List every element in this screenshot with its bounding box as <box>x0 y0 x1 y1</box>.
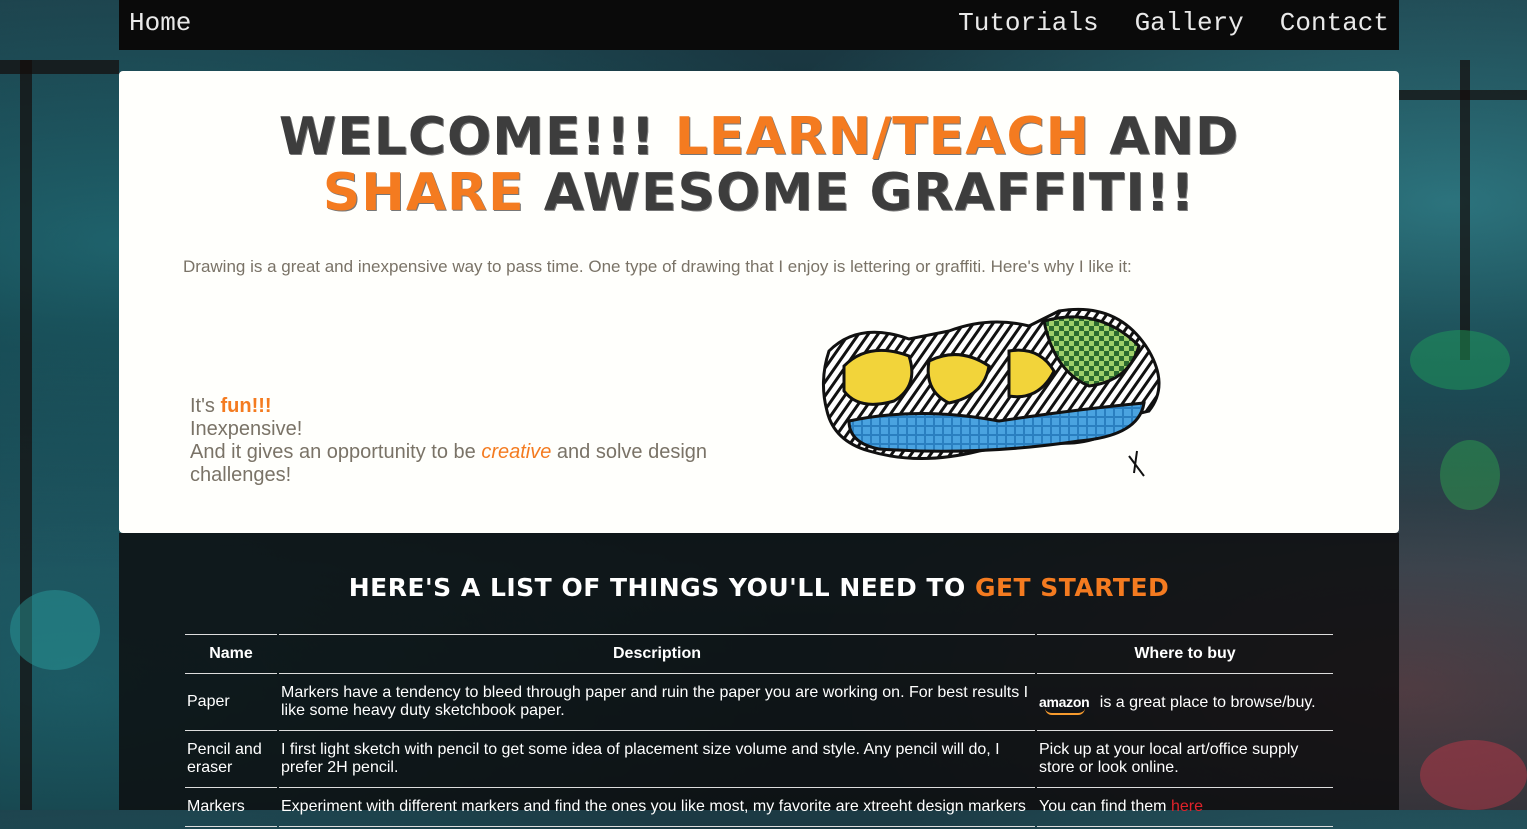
cell-name: Paper <box>185 676 277 731</box>
reason-highlight: creative <box>481 441 552 463</box>
bg-graffiti <box>1440 440 1500 510</box>
reasons-list: It's fun!!! Inexpensive! And it gives an… <box>190 395 750 487</box>
title-part: Welcome!!! <box>278 107 675 167</box>
bg-beam <box>0 60 119 74</box>
table-row: Paper Markers have a tendency to bleed t… <box>185 676 1333 731</box>
cell-where: You can find them here <box>1037 790 1333 827</box>
page-title: Welcome!!! Learn/Teach and Share awesome… <box>179 109 1339 221</box>
supplies-title-highlight: get started <box>974 573 1170 602</box>
bg-graffiti <box>10 590 100 670</box>
intro-text: Drawing is a great and inexpensive way t… <box>183 257 1132 276</box>
table-header-row: Name Description Where to buy <box>185 634 1333 674</box>
reason-creative: And it gives an opportunity to be creati… <box>190 441 750 487</box>
column-header-where: Where to buy <box>1037 634 1333 674</box>
bg-graffiti <box>1420 740 1527 810</box>
title-highlight: Share <box>322 163 525 223</box>
reason-text: It's <box>190 395 221 417</box>
reason-fun: It's fun!!! <box>190 395 750 418</box>
bg-beam <box>20 60 32 810</box>
cell-description: Experiment with different markers and fi… <box>279 790 1035 827</box>
where-text: is a great place to browse/buy. <box>1099 693 1316 711</box>
where-text: You can find them <box>1039 798 1171 815</box>
reason-highlight: fun!!! <box>220 395 272 417</box>
top-navbar: Home Tutorials Gallery Contact <box>119 0 1399 50</box>
graffiti-artwork-image <box>822 307 1161 477</box>
nav-tutorials-link[interactable]: Tutorials <box>958 8 1098 38</box>
cell-where: Pick up at your local art/office supply … <box>1037 733 1333 788</box>
supplies-table: Name Description Where to buy Paper Mark… <box>183 632 1335 829</box>
reason-inexpensive: Inexpensive! <box>190 418 303 440</box>
column-header-name: Name <box>185 634 277 674</box>
nav-links: Tutorials Gallery Contact <box>958 8 1389 38</box>
title-highlight: Learn/Teach <box>674 107 1091 167</box>
title-part: awesome graffiti!! <box>524 163 1196 223</box>
nav-contact-link[interactable]: Contact <box>1280 8 1389 38</box>
bg-beam <box>1460 60 1470 360</box>
cell-description: Markers have a tendency to bleed through… <box>279 676 1035 731</box>
hero-section: Welcome!!! Learn/Teach and Share awesome… <box>119 71 1399 533</box>
cell-where: amazon is a great place to browse/buy. <box>1037 676 1333 731</box>
reason-text: And it gives an opportunity to be <box>190 441 482 463</box>
table-row: Pencil and eraser I first light sketch w… <box>185 733 1333 788</box>
title-part: and <box>1090 107 1240 167</box>
nav-gallery-link[interactable]: Gallery <box>1135 8 1244 38</box>
nav-home-link[interactable]: Home <box>129 8 191 38</box>
buy-here-link[interactable]: here <box>1171 798 1203 815</box>
column-header-description: Description <box>279 634 1035 674</box>
supplies-section: Here's a list of things you'll need to g… <box>119 533 1399 827</box>
amazon-logo-icon[interactable]: amazon <box>1039 693 1090 715</box>
table-row: Markers Experiment with different marker… <box>185 790 1333 827</box>
bg-graffiti <box>1410 330 1510 390</box>
cell-name: Pencil and eraser <box>185 733 277 788</box>
cell-name: Markers <box>185 790 277 827</box>
supplies-title-text: Here's a list of things you'll need to <box>348 573 975 602</box>
supplies-title: Here's a list of things you'll need to g… <box>119 573 1399 602</box>
cell-description: I first light sketch with pencil to get … <box>279 733 1035 788</box>
